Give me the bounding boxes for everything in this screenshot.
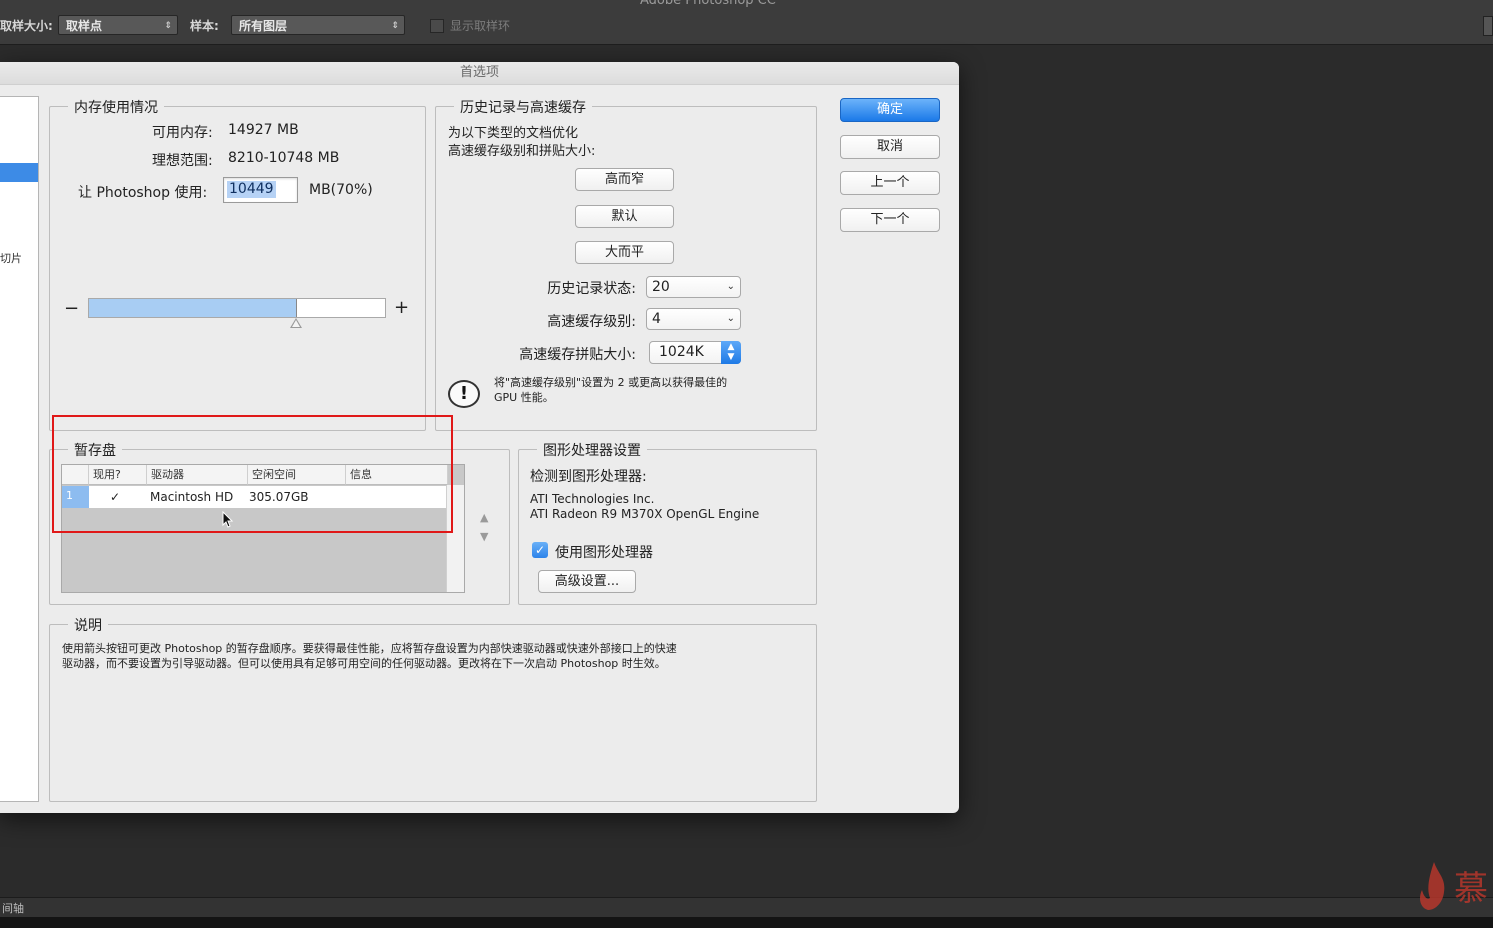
gpu-vendor: ATI Technologies Inc. xyxy=(530,492,655,506)
description-line1: 使用箭头按钮可更改 Photoshop 的暂存盘顺序。要获得最佳性能，应将暂存盘… xyxy=(62,642,677,655)
sample-select[interactable]: 所有图层 ⇕ xyxy=(231,15,405,35)
description-title: 说明 xyxy=(68,615,108,635)
advanced-settings-button[interactable]: 高级设置... xyxy=(538,570,636,593)
tall-thin-button[interactable]: 高而窄 xyxy=(575,168,674,191)
cache-levels-label: 高速缓存级别: xyxy=(547,314,636,330)
cache-tile-size-select[interactable]: 1024K ▲ ▼ xyxy=(649,341,741,364)
increase-memory-button[interactable]: + xyxy=(394,297,409,318)
gpu-tip-line1: 将"高速缓存级别"设置为 2 或更高以获得最佳的 xyxy=(494,376,728,389)
photoshop-use-label: 让 Photoshop 使用: xyxy=(78,185,208,201)
updown-arrow-icon: ⇕ xyxy=(391,21,399,31)
memory-use-suffix: MB(70%) xyxy=(309,182,373,198)
sidebar-item-label[interactable]: 切片 xyxy=(0,250,22,266)
sample-label: 样本: xyxy=(190,19,219,33)
sample-size-select[interactable]: 取样点 ⇕ xyxy=(58,15,178,35)
gpu-tip-line2: GPU 性能。 xyxy=(494,391,554,404)
gpu-detected-label: 检测到图形处理器: xyxy=(530,469,647,485)
use-gpu-checkbox[interactable]: ✓ xyxy=(532,542,548,558)
memory-use-value: 10449 xyxy=(227,181,276,198)
show-ring-label: 显示取样环 xyxy=(450,19,511,33)
show-ring-checkbox[interactable] xyxy=(430,19,444,33)
memory-use-input[interactable]: 10449 xyxy=(223,177,298,203)
preferences-sidebar[interactable]: 切片 xyxy=(0,96,39,802)
updown-arrow-icon: ⇕ xyxy=(164,21,172,31)
options-bar: Adobe Photoshop CC 取样大小: 取样点 ⇕ 样本: 所有图层 … xyxy=(0,0,1493,45)
panel-toggle-button[interactable] xyxy=(1483,16,1493,36)
dialog-title: 首选项 xyxy=(0,62,959,85)
watermark-logo: 慕 xyxy=(1420,862,1488,910)
description-line2: 驱动器，而不要设置为引导驱动器。但可以使用具有足够可用空间的任何驱动器。更改将在… xyxy=(62,657,666,670)
gpu-settings-title: 图形处理器设置 xyxy=(537,440,647,460)
app-title: Adobe Photoshop CC xyxy=(640,0,776,8)
use-gpu-label: 使用图形处理器 xyxy=(555,545,653,561)
memory-slider[interactable] xyxy=(88,298,386,318)
optimize-desc-line2: 高速缓存级别和拼贴大小: xyxy=(448,144,596,159)
default-button[interactable]: 默认 xyxy=(575,205,674,228)
updown-stepper-icon[interactable]: ▲ ▼ xyxy=(721,341,741,364)
sample-size-label: 取样大小: xyxy=(0,19,53,33)
available-memory-value: 14927 MB xyxy=(228,122,299,138)
optimize-desc-line1: 为以下类型的文档优化 xyxy=(448,126,579,141)
sidebar-item-selected[interactable] xyxy=(0,163,38,182)
watermark-text: 慕 xyxy=(1454,869,1488,909)
history-cache-title: 历史记录与高速缓存 xyxy=(454,97,592,117)
prev-button[interactable]: 上一个 xyxy=(840,171,940,195)
big-flat-button[interactable]: 大而平 xyxy=(575,241,674,264)
cancel-button[interactable]: 取消 xyxy=(840,135,940,159)
available-memory-label: 可用内存: xyxy=(152,125,213,141)
decrease-memory-button[interactable]: − xyxy=(64,298,79,319)
cache-levels-value: 4 xyxy=(652,311,661,327)
ok-button[interactable]: 确定 xyxy=(840,98,940,122)
memory-slider-fill xyxy=(89,299,297,317)
mouse-pointer-icon xyxy=(222,511,234,528)
next-button[interactable]: 下一个 xyxy=(840,208,940,232)
sample-value: 所有图层 xyxy=(239,19,288,33)
timeline-tab[interactable]: 间轴 xyxy=(2,900,24,916)
move-up-arrow-icon[interactable]: ▲ xyxy=(480,511,488,524)
cache-tile-size-label: 高速缓存拼贴大小: xyxy=(519,347,636,363)
annotation-highlight-box xyxy=(52,415,453,533)
bottom-strip xyxy=(0,917,1493,928)
history-states-label: 历史记录状态: xyxy=(547,281,636,297)
history-states-select[interactable]: 20 ⌄ xyxy=(646,276,741,298)
move-down-arrow-icon[interactable]: ▼ xyxy=(480,530,488,543)
history-states-value: 20 xyxy=(652,279,670,295)
chevron-down-icon: ⌄ xyxy=(726,313,735,324)
memory-usage-title: 内存使用情况 xyxy=(68,97,164,117)
cache-levels-select[interactable]: 4 ⌄ xyxy=(646,308,741,330)
cache-tile-size-value: 1024K xyxy=(659,344,704,360)
ideal-range-label: 理想范围: xyxy=(152,153,213,169)
gpu-model: ATI Radeon R9 M370X OpenGL Engine xyxy=(530,507,760,521)
ideal-range-value: 8210-10748 MB xyxy=(228,150,340,166)
sample-size-value: 取样点 xyxy=(66,19,103,33)
warning-icon: ! xyxy=(448,380,480,408)
memory-slider-thumb[interactable] xyxy=(290,318,302,328)
chevron-down-icon: ⌄ xyxy=(726,281,735,292)
bottom-panel-bar: 间轴 xyxy=(0,897,1493,918)
